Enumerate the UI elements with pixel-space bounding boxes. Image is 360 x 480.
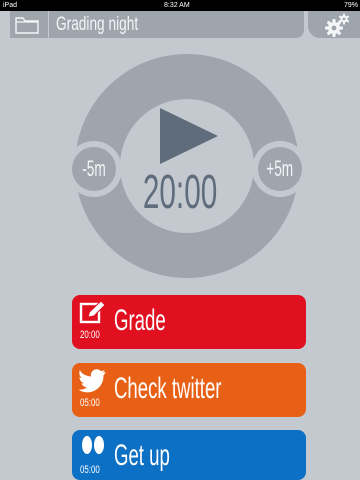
activity-duration: 05:00 [80, 464, 100, 476]
status-bar: iPad 8:32 AM 79% [0, 0, 360, 11]
minus-5m-text: -5m [82, 156, 106, 181]
plus-5m-label: +5m [255, 157, 305, 181]
activity-label: Check twitter [114, 372, 222, 405]
plus-5m-text: +5m [266, 156, 294, 181]
battery-label: 79% [343, 2, 358, 9]
footprints-icon [82, 436, 104, 454]
twitter-bird-icon [79, 369, 106, 393]
pencil-icon [79, 300, 106, 324]
carrier-label: iPad [3, 2, 18, 9]
title-divider [48, 11, 49, 38]
clock-label: 8:32 AM [164, 2, 190, 9]
activity-duration: 05:00 [80, 397, 100, 409]
activity-label: Get up [114, 439, 170, 472]
settings-button[interactable] [308, 11, 360, 38]
folder-icon[interactable] [14, 15, 40, 35]
minus-5m-label: -5m [69, 157, 119, 181]
top-bar: Grading night [0, 11, 360, 39]
minus-5m-button[interactable]: -5m [69, 141, 119, 197]
page-title[interactable]: Grading night [56, 14, 138, 36]
timer-value-text: 20:00 [142, 166, 218, 219]
play-button[interactable] [158, 108, 220, 164]
activity-get-up-button[interactable]: 05:00 Get up [72, 430, 306, 480]
play-icon[interactable] [160, 108, 218, 164]
timer-value: 20:00 [118, 167, 242, 219]
activity-duration: 20:00 [80, 329, 100, 341]
activity-label: Grade [114, 304, 166, 337]
title-tab: Grading night [10, 11, 304, 38]
activity-grade-button[interactable]: 20:00 Grade [72, 295, 306, 349]
plus-5m-button[interactable]: +5m [255, 141, 305, 197]
activity-check-twitter-button[interactable]: 05:00 Check twitter [72, 363, 306, 417]
gear-icon[interactable] [324, 13, 350, 37]
